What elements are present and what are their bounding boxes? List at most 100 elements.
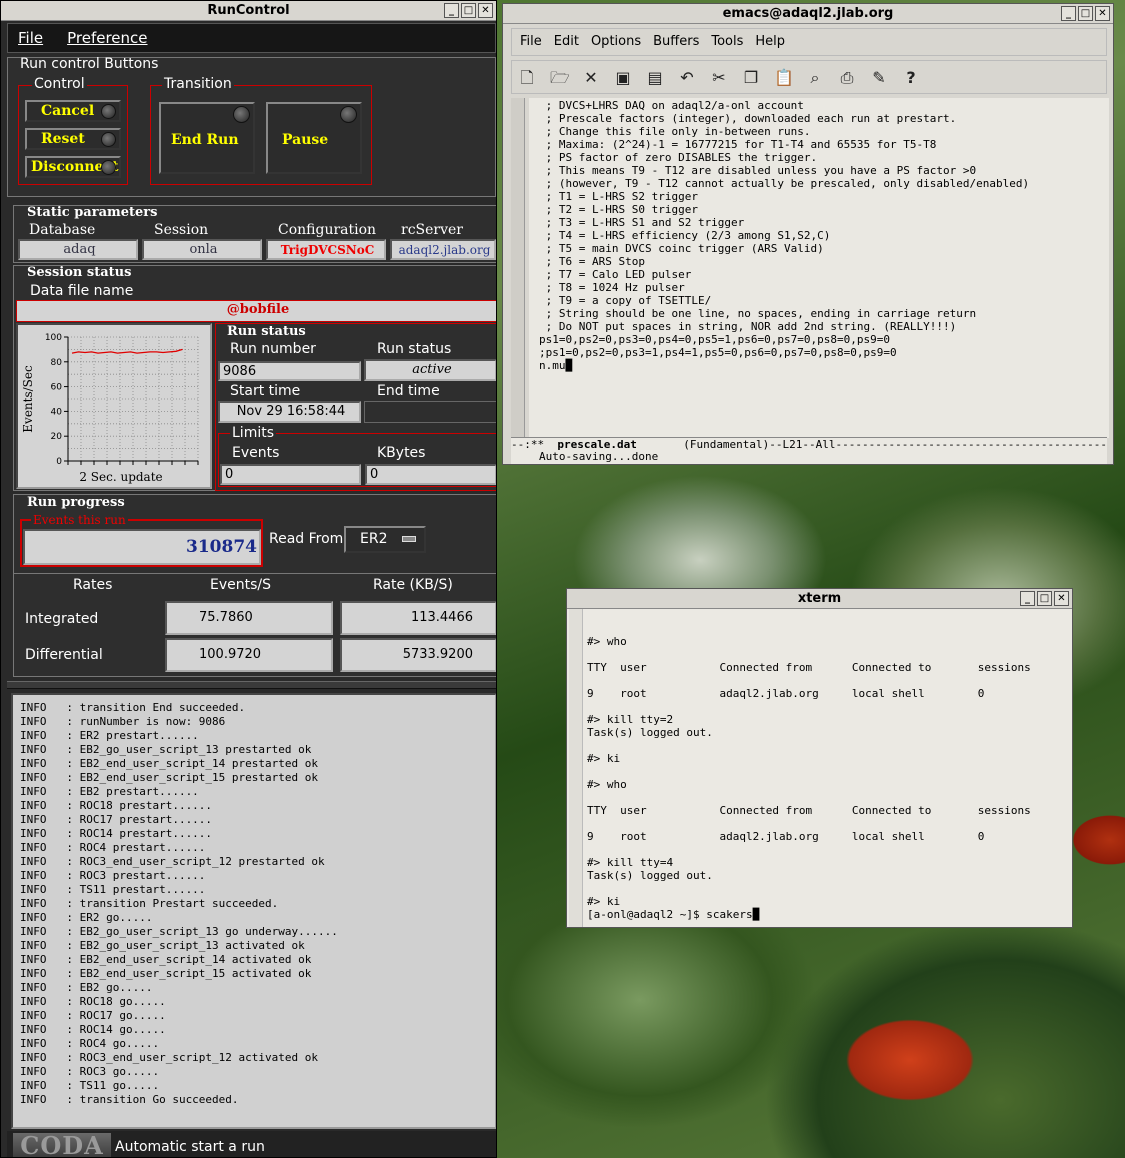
buffer-line: ; PS factor of zero DISABLES the trigger… [539,151,818,164]
log-line: INFO : EB2_go_user_script_13 activated o… [20,939,305,952]
emacs-echo-area: Auto-saving...done [511,450,1107,464]
pane-divider[interactable] [7,681,496,689]
terminal-line: 9 root adaql2.jlab.org local shell 0 [587,687,985,700]
modeline-rest: (Fundamental)--L21--All-----------------… [636,438,1107,450]
buffer-line: ; Prescale factors (integer), downloaded… [539,112,957,125]
reset-button[interactable]: Reset [25,128,121,150]
event-rate-chart-svg: 0 20 40 60 80 100 Events/Sec 2 Sec. update [21,333,199,484]
cut-icon[interactable]: ✂ [710,69,728,87]
data-file-value: @bobfile [16,300,496,322]
limits-label: Limits [230,425,276,441]
differential-rate-value: 5733.9200 [340,638,496,672]
events-limit-input[interactable]: 0 [220,464,361,485]
buffer-line: ; (however, T9 - T12 cannot actually be … [539,177,1030,190]
runcontrol-titlebar[interactable]: RunControl _ □ ✕ [1,1,496,21]
rate-kb-label: Rate (KB/S) [373,577,453,593]
minimize-button[interactable]: _ [1020,591,1035,606]
paste-icon[interactable]: 📋 [774,69,794,87]
save-icon[interactable]: ▣ [614,69,632,87]
transition-label: Transition [162,76,234,92]
kbytes-limit-label: KBytes [377,445,426,461]
maximize-button[interactable]: □ [1037,591,1052,606]
log-line: INFO : EB2_end_user_script_15 prestarted… [20,771,319,784]
buffer-line: ; T3 = L-HRS S1 and S2 trigger [539,216,745,229]
terminal-line: #> kill tty=4 [587,856,674,869]
buffer-line: ; T5 = main DVCS coinc trigger (ARS Vali… [539,242,824,255]
xterm-terminal-text[interactable]: #> who TTY user Connected from Connected… [567,609,1072,927]
menu-file[interactable]: File [18,29,43,47]
runcontrol-menubar: File Preference [7,23,496,53]
open-folder-icon[interactable]: 🗁 [550,69,570,87]
event-rate-chart: 0 20 40 60 80 100 Events/Sec 2 Sec. update [16,323,212,489]
buffer-line: ; T4 = L-HRS efficiency (2/3 among S1,S2… [539,229,831,242]
led-icon [233,106,250,123]
print-icon[interactable]: ⎙ [838,69,856,87]
emacs-titlebar[interactable]: emacs@adaql2.jlab.org _ □ ✕ [503,4,1113,24]
maximize-button[interactable]: □ [1078,6,1093,21]
new-file-icon[interactable]: 🗋 [518,69,536,87]
y-tick-label: 40 [51,407,63,417]
minimize-button[interactable]: _ [1061,6,1076,21]
maximize-button[interactable]: □ [461,3,476,18]
terminal-line: #> ki [587,895,621,908]
xterm-titlebar[interactable]: xterm _ □ ✕ [567,589,1072,609]
database-value: adaq [18,239,138,260]
close-button[interactable]: ✕ [478,3,493,18]
menu-options[interactable]: Options [591,34,641,49]
end-run-button[interactable]: End Run [159,102,255,174]
kbytes-limit-input[interactable]: 0 [365,464,496,485]
y-tick-label: 100 [45,333,62,343]
close-button[interactable]: ✕ [1054,591,1069,606]
disconnect-button[interactable]: Disconnect [25,156,121,178]
menu-preference[interactable]: Preference [67,29,147,47]
undo-icon[interactable]: ↶ [678,69,696,87]
runcontrol-title: RunControl [207,3,290,18]
menu-buffers[interactable]: Buffers [653,34,699,49]
buffer-line: ; Change this file only in-between runs. [539,125,811,138]
emacs-toolbar: 🗋 🗁 ✕ ▣ ▤ ↶ ✂ ❐ 📋 ⌕ ⎙ ✎ ? [511,60,1107,94]
y-tick-label: 60 [51,383,63,393]
minimize-button[interactable]: _ [444,3,459,18]
status-bar: CODA Automatic start a run [7,1131,496,1157]
menu-file[interactable]: File [520,34,542,49]
pause-button[interactable]: Pause [266,102,362,174]
log-line: INFO : transition Prestart succeeded. [20,897,279,910]
coda-logo: CODA [13,1133,111,1157]
menu-tools[interactable]: Tools [711,34,743,49]
customize-icon[interactable]: ✎ [870,69,888,87]
buffer-line: ; T7 = Calo LED pulser [539,268,692,281]
log-line: INFO : ROC18 prestart...... [20,799,213,812]
led-icon [101,132,116,147]
message-log[interactable]: INFO : transition End succeeded. INFO : r… [11,693,496,1129]
close-button[interactable]: ✕ [1095,6,1110,21]
differential-label: Differential [25,647,103,663]
terminal-line: #> ki [587,752,621,765]
copy-icon[interactable]: ❐ [742,69,760,87]
xterm-scrollbar[interactable] [569,609,583,927]
database-label: Database [29,222,96,238]
help-icon[interactable]: ? [902,69,920,87]
close-icon[interactable]: ✕ [582,69,600,87]
search-icon[interactable]: ⌕ [806,69,824,87]
log-line: INFO : ER2 prestart...... [20,729,199,742]
rcserver-label: rcServer [401,222,463,238]
read-from-select[interactable]: ER2 [344,526,426,553]
emacs-modeline: --:** prescale.dat (Fundamental)--L21--A… [511,437,1107,450]
cancel-button[interactable]: Cancel [25,100,121,122]
log-line: INFO : ROC17 go..... [20,1009,166,1022]
log-line: INFO : ER2 go..... [20,911,153,924]
log-line: INFO : ROC14 go..... [20,1023,166,1036]
y-tick-label: 0 [56,457,62,467]
emacs-scrollbar[interactable] [511,98,525,438]
log-line: INFO : ROC18 go..... [20,995,166,1008]
save-as-icon[interactable]: ▤ [646,69,664,87]
session-label: Session [154,222,209,238]
emacs-buffer-text[interactable]: ; DVCS+LHRS DAQ on adaql2/a-onl account … [529,98,1109,438]
menu-edit[interactable]: Edit [554,34,579,49]
menu-help[interactable]: Help [755,34,785,49]
